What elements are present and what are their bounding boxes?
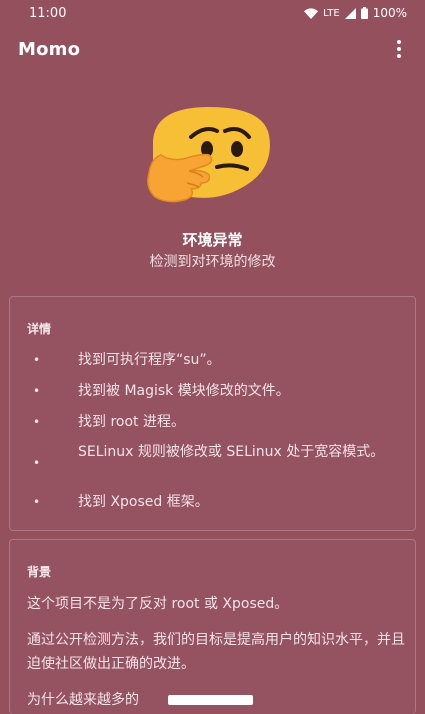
app-title: Momo xyxy=(18,38,81,60)
background-card: 背景 这个项目不是为了反对 root 或 Xposed。 通过公开检测方法，我们… xyxy=(9,539,416,714)
battery-level: 100% xyxy=(372,6,407,20)
detail-item-text: 找到可执行程序“su”。 xyxy=(78,352,221,368)
status-time: 11:00 xyxy=(29,5,67,21)
thinking-face-icon xyxy=(143,103,279,203)
detail-item-text: 找到 Xposed 框架。 xyxy=(78,494,209,510)
details-card: 详情 • 找到可执行程序“su”。 • 找到被 Magisk 模块修改的文件。 … xyxy=(9,296,416,531)
cell-signal-icon xyxy=(344,7,356,19)
detail-item-text: SELinux 规则被修改或 SELinux 处于宽容模式。 xyxy=(78,444,385,460)
detail-item-text: 找到被 Magisk 模块修改的文件。 xyxy=(78,383,290,399)
network-type: LTE xyxy=(323,7,340,19)
status-title: 环境异常 xyxy=(182,231,243,249)
app-bar: Momo xyxy=(0,26,425,72)
status-subtitle: 检测到对环境的修改 xyxy=(149,254,276,270)
status-indicators: LTE 100% xyxy=(304,6,407,20)
status-bar: 11:00 LTE 100% xyxy=(0,0,425,26)
redacted-text xyxy=(168,695,253,705)
background-paragraph: 通过公开检测方法，我们的目标是提高用户的知识水平，并且迫使社区做出正确的改进。 xyxy=(27,632,405,672)
battery-icon xyxy=(360,7,368,19)
background-paragraph: 这个项目不是为了反对 root 或 Xposed。 xyxy=(27,596,289,612)
wifi-icon xyxy=(304,7,319,19)
details-title: 详情 xyxy=(27,322,52,336)
background-title: 背景 xyxy=(27,565,52,579)
detail-item-text: 找到 root 进程。 xyxy=(78,414,185,430)
more-options-icon[interactable] xyxy=(387,37,411,61)
